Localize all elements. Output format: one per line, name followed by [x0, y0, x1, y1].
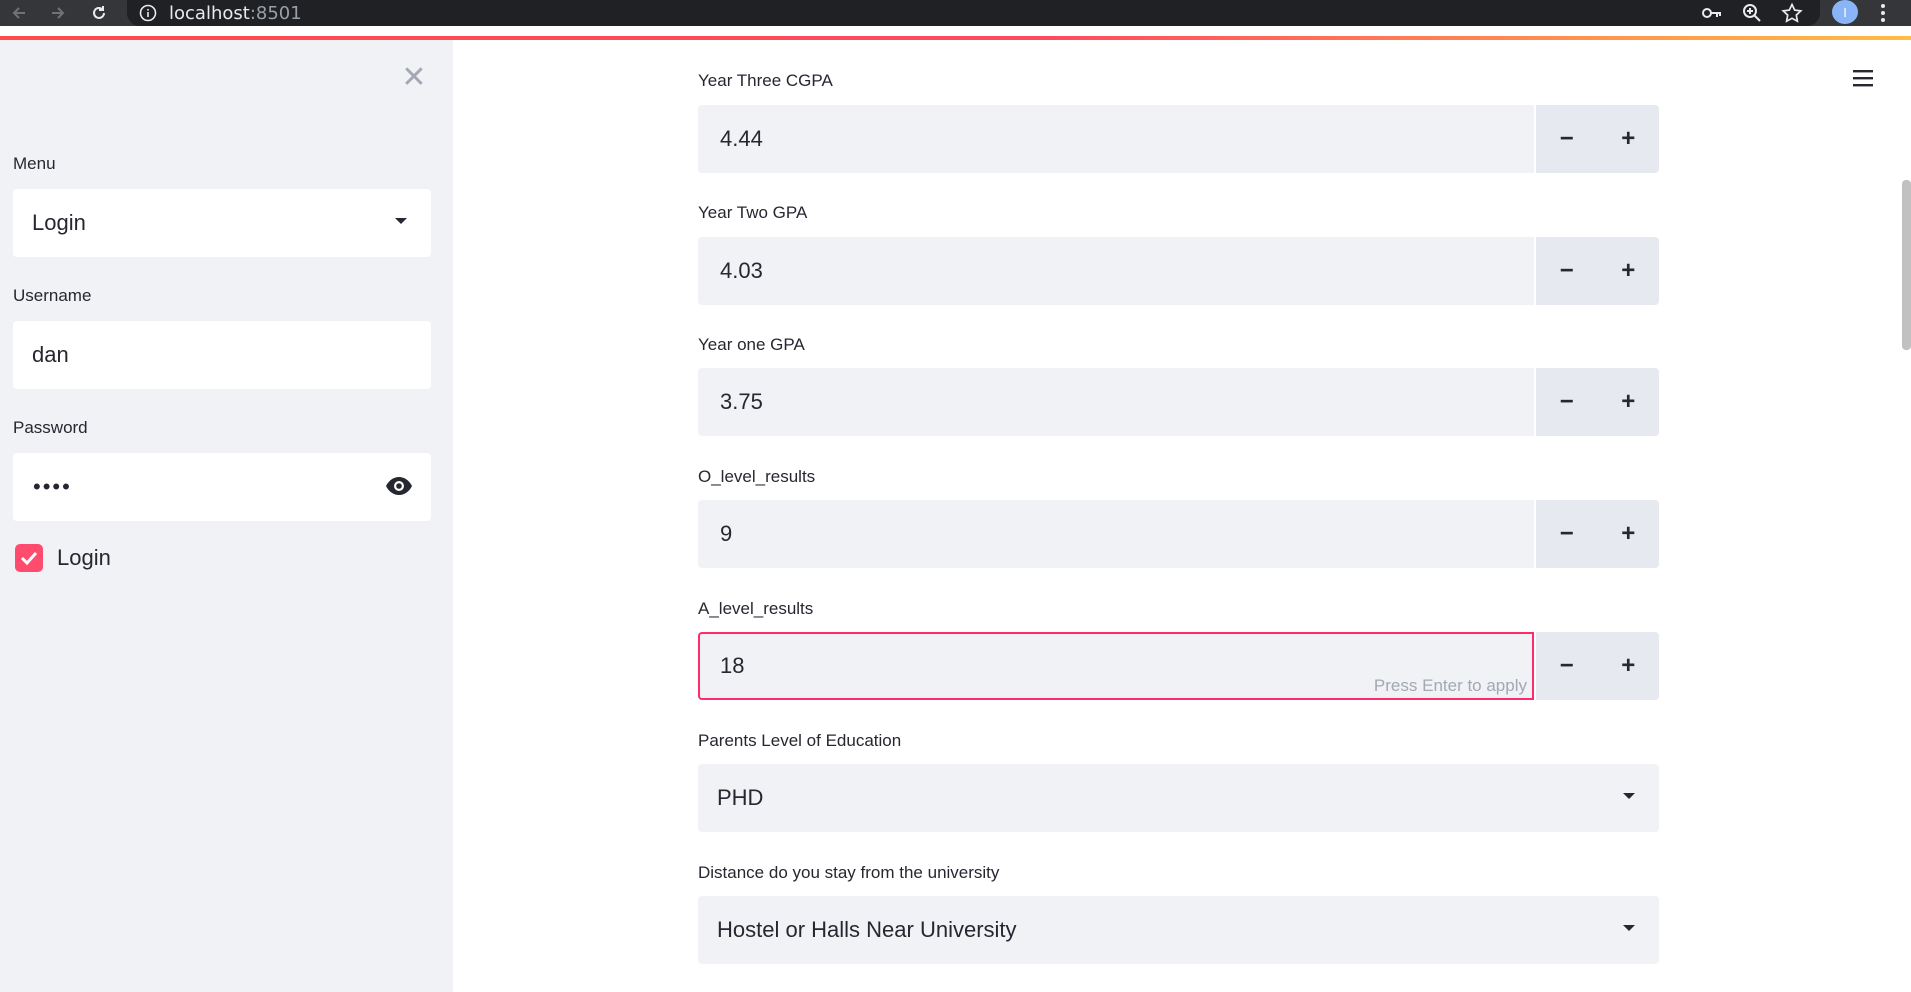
a-level-results-label: A_level_results — [698, 599, 814, 618]
chevron-down-icon — [1623, 925, 1635, 931]
sidebar: ✕ Menu Login Username dan Password •••• … — [0, 40, 453, 992]
site-info-icon[interactable] — [139, 4, 157, 22]
year-two-gpa-input[interactable]: 4.03 — [698, 237, 1534, 305]
year-one-gpa-value: 3.75 — [720, 389, 763, 414]
a-level-results-stepper: − + — [1536, 632, 1659, 700]
forward-icon[interactable] — [47, 0, 69, 26]
browser-toolbar: localhost:8501 I — [0, 0, 1911, 26]
scrollbar-thumb[interactable] — [1902, 180, 1911, 350]
chevron-down-icon — [1623, 793, 1635, 799]
increment-button[interactable]: + — [1598, 105, 1660, 173]
increment-button[interactable]: + — [1598, 368, 1660, 436]
year-three-cgpa-value: 4.44 — [720, 126, 763, 151]
year-one-gpa-stepper: − + — [1536, 368, 1659, 436]
year-three-cgpa-input[interactable]: 4.44 — [698, 105, 1534, 173]
increment-button[interactable]: + — [1598, 237, 1660, 305]
a-level-results-value: 18 — [720, 653, 745, 678]
parents-education-value: PHD — [717, 785, 764, 810]
profile-avatar[interactable]: I — [1832, 0, 1858, 24]
distance-label: Distance do you stay from the university — [698, 863, 1000, 882]
browser-menu-icon[interactable] — [1877, 2, 1889, 24]
zoom-icon[interactable] — [1741, 3, 1763, 23]
decrement-button[interactable]: − — [1536, 105, 1598, 173]
parents-education-select[interactable]: PHD — [698, 764, 1659, 832]
chevron-down-icon — [395, 218, 407, 224]
password-input[interactable]: •••• — [13, 453, 431, 521]
password-label: Password — [13, 418, 88, 437]
decrement-button[interactable]: − — [1536, 500, 1598, 568]
decrement-button[interactable]: − — [1536, 237, 1598, 305]
back-icon[interactable] — [8, 0, 30, 26]
a-level-results-input[interactable]: 18 Press Enter to apply — [698, 632, 1534, 700]
username-input[interactable]: dan — [13, 321, 431, 389]
reload-icon[interactable] — [88, 0, 110, 26]
year-three-cgpa-label: Year Three CGPA — [698, 71, 833, 90]
press-enter-hint: Press Enter to apply — [1373, 676, 1527, 695]
year-one-gpa-input[interactable]: 3.75 — [698, 368, 1534, 436]
login-checkbox-label[interactable]: Login — [57, 545, 111, 571]
username-value: dan — [32, 342, 69, 367]
decrement-button[interactable]: − — [1536, 368, 1598, 436]
password-value: •••• — [33, 474, 72, 499]
distance-value: Hostel or Halls Near University — [717, 917, 1017, 942]
year-two-gpa-label: Year Two GPA — [698, 203, 808, 222]
year-one-gpa-label: Year one GPA — [698, 335, 805, 354]
hamburger-menu-icon[interactable] — [1851, 68, 1875, 88]
distance-select[interactable]: Hostel or Halls Near University — [698, 896, 1659, 964]
increment-button[interactable]: + — [1598, 500, 1660, 568]
decrement-button[interactable]: − — [1536, 632, 1598, 700]
parents-education-label: Parents Level of Education — [698, 731, 902, 750]
bookmark-star-icon[interactable] — [1781, 3, 1803, 23]
increment-button[interactable]: + — [1598, 632, 1660, 700]
show-password-eye-icon[interactable] — [385, 475, 413, 497]
year-three-cgpa-stepper: − + — [1536, 105, 1659, 173]
year-two-gpa-value: 4.03 — [720, 258, 763, 283]
o-level-results-label: O_level_results — [698, 467, 816, 486]
checkmark-icon — [20, 551, 38, 565]
menu-select[interactable]: Login — [13, 189, 431, 257]
menu-select-value: Login — [32, 210, 86, 235]
o-level-results-input[interactable]: 9 — [698, 500, 1534, 568]
close-sidebar-icon[interactable]: ✕ — [400, 63, 428, 93]
key-icon[interactable] — [1701, 3, 1723, 23]
o-level-results-stepper: − + — [1536, 500, 1659, 568]
o-level-results-value: 9 — [720, 521, 733, 546]
year-two-gpa-stepper: − + — [1536, 237, 1659, 305]
menu-label: Menu — [13, 154, 56, 173]
address-bar[interactable]: localhost:8501 — [127, 0, 1820, 26]
login-checkbox[interactable] — [15, 544, 43, 572]
username-label: Username — [13, 286, 92, 305]
url-text: localhost:8501 — [169, 2, 302, 24]
